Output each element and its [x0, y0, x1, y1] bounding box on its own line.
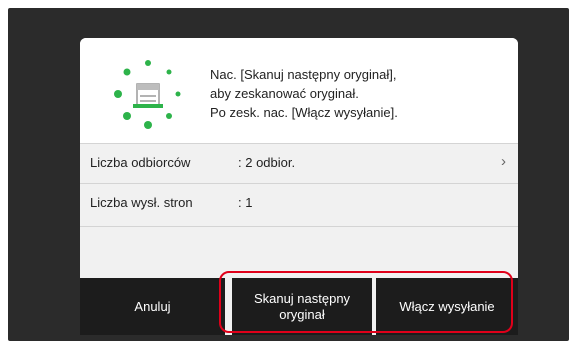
- cancel-button-label: Anuluj: [134, 298, 171, 314]
- message-line-2: aby zeskanować oryginał.: [210, 86, 359, 101]
- instruction-message: Nac. [Skanuj następny oryginał], aby zes…: [210, 65, 510, 122]
- recipients-label: Liczba odbiorców: [90, 155, 191, 170]
- dialog-header: Nac. [Skanuj następny oryginał], aby zes…: [80, 38, 518, 143]
- message-line-1: Nac. [Skanuj następny oryginał],: [210, 67, 397, 82]
- recipients-row[interactable]: Liczba odbiorców : 2 odbior. ›: [80, 143, 518, 183]
- scanning-spinner-icon: [114, 60, 181, 129]
- message-line-3: Po zesk. nac. [Włącz wysyłanie].: [210, 105, 398, 120]
- pages-label: Liczba wysł. stron: [90, 195, 193, 210]
- pages-value: : 1: [238, 195, 253, 210]
- highlight-frame: [219, 271, 513, 333]
- page-frame: Nac. [Skanuj następny oryginał], aby zes…: [0, 0, 577, 349]
- recipients-value: : 2 odbior.: [238, 155, 296, 170]
- pages-row: Liczba wysł. stron : 1: [80, 183, 518, 226]
- chevron-right-icon: ›: [501, 153, 506, 170]
- cancel-button[interactable]: Anuluj: [80, 278, 225, 335]
